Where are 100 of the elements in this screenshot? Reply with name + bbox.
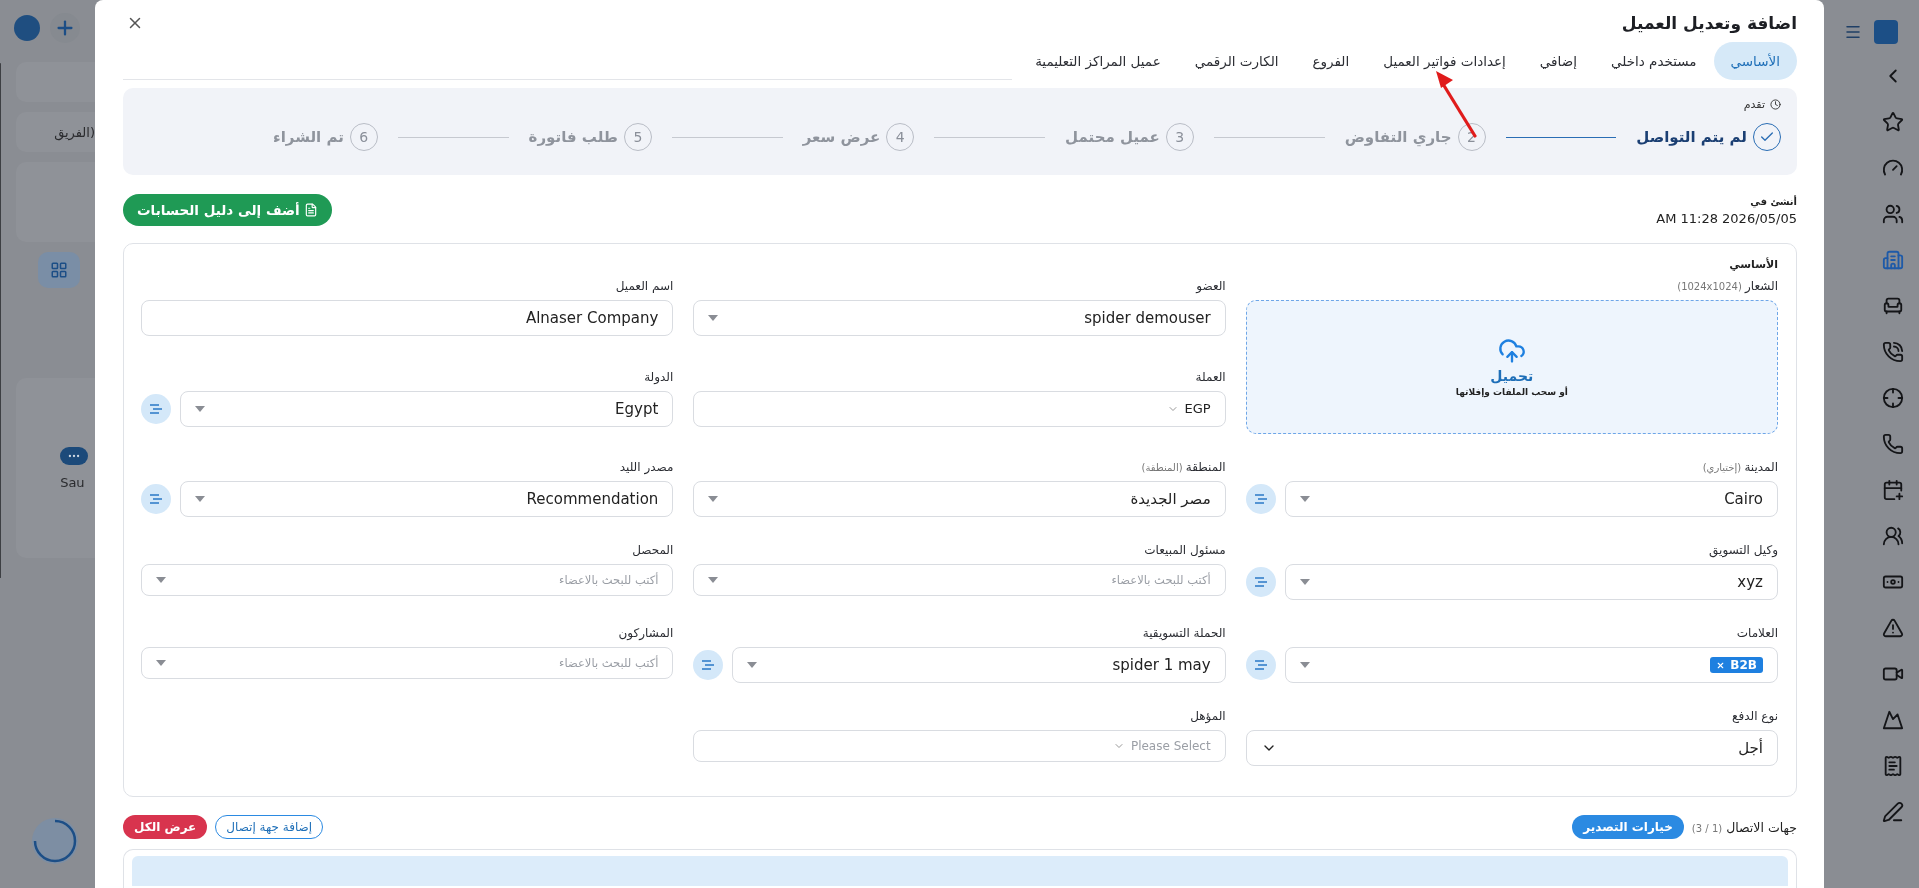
caret-icon — [156, 660, 166, 666]
view-all-button[interactable]: عرض الكل — [123, 815, 208, 839]
step-label: تم الشراء — [273, 128, 344, 146]
caret-icon — [1299, 662, 1310, 668]
warning-icon[interactable] — [1881, 617, 1904, 639]
tab[interactable]: الفروع — [1295, 42, 1367, 80]
progress-title: تقدم — [1743, 98, 1765, 111]
field-label: العضو — [1194, 279, 1226, 293]
field-label: المشاركون — [617, 626, 674, 640]
caret-icon — [708, 577, 719, 583]
select-field[interactable]: B2B — [1284, 647, 1778, 683]
tab[interactable]: الأساسي — [1713, 42, 1797, 80]
list-icon — [1254, 660, 1267, 670]
grid-view-button[interactable] — [38, 252, 81, 288]
caret-icon — [1299, 579, 1310, 585]
tab[interactable]: مستخدم داخلي — [1593, 42, 1714, 80]
phone-icon[interactable] — [1881, 433, 1904, 455]
caret-icon — [708, 315, 719, 321]
scrollbar[interactable] — [0, 63, 1, 578]
grid-icon — [50, 261, 69, 279]
field-label: مصدر الليد — [618, 460, 674, 474]
tab[interactable]: عميل المراكز التعليمية — [1018, 42, 1178, 80]
modal-title: اضافة وتعديل العميل — [1621, 13, 1797, 33]
users-icon[interactable] — [1881, 203, 1904, 225]
menu-icon[interactable] — [1844, 23, 1862, 41]
tag-chip: B2B — [1710, 657, 1763, 673]
list-button[interactable] — [1245, 567, 1276, 597]
list-icon — [1254, 577, 1267, 587]
tab[interactable]: إضافي — [1522, 42, 1594, 80]
field-label: اسم العميل — [614, 279, 674, 293]
field-label: العلامات — [1735, 626, 1778, 640]
phone-call-icon[interactable] — [1881, 341, 1904, 363]
calendar-plus-icon[interactable] — [1881, 479, 1904, 501]
mountain-icon[interactable] — [1881, 709, 1904, 731]
tab[interactable]: الكارت الرقمي — [1177, 42, 1296, 80]
add-button[interactable] — [50, 13, 80, 43]
clock-icon — [1770, 99, 1781, 110]
add-contact-button[interactable]: إضافة جهة إتصال — [215, 815, 324, 839]
field-label: المؤهل — [1189, 709, 1226, 723]
list-button[interactable] — [141, 393, 171, 424]
select-field[interactable]: مصر الجديدة — [693, 481, 1226, 517]
crosshair-icon[interactable] — [1881, 387, 1904, 409]
field-label: الدولة — [643, 369, 674, 384]
select-field[interactable]: Recommendation — [180, 481, 674, 517]
select-field[interactable]: Egypt — [180, 390, 674, 427]
field-label: العملة — [1194, 369, 1226, 384]
field-label: المنطقة (المنطقة) — [1140, 460, 1226, 474]
list-icon — [1254, 494, 1267, 504]
field-label: وكيل التسويق — [1708, 543, 1778, 557]
text-field[interactable]: Alnaser Company — [141, 300, 674, 336]
step-label: لم يتم التواصل — [1636, 128, 1747, 146]
list-button[interactable] — [141, 484, 171, 514]
app-logo[interactable] — [14, 15, 40, 41]
export-options-button[interactable]: خيارات التصدير — [1572, 815, 1684, 839]
chair-icon[interactable] — [1881, 295, 1904, 317]
caret-icon — [747, 662, 758, 668]
caret-icon — [195, 405, 205, 412]
step-label: عرض سعر — [802, 128, 881, 146]
field-label: المحصل — [631, 543, 674, 557]
caret-icon — [1299, 496, 1310, 502]
field-label: نوع الدفع — [1731, 709, 1778, 723]
more-button[interactable] — [60, 446, 89, 465]
select-field[interactable]: أجل — [1245, 730, 1778, 766]
cloud-upload-icon — [1497, 337, 1526, 365]
select-field[interactable]: spider demouser — [693, 300, 1226, 336]
caret-icon — [195, 496, 205, 502]
upload-hint: أو سحب الملفات وإفلاتها — [1455, 387, 1568, 397]
caret-icon — [156, 577, 166, 583]
created-date: AM 11:28 2026/05/05 — [1656, 211, 1797, 226]
filter-text: الفريق) — [54, 124, 95, 140]
select-field[interactable]: Cairo — [1284, 481, 1778, 517]
star-icon[interactable] — [1881, 111, 1904, 133]
list-icon — [702, 660, 715, 670]
tab[interactable]: إعدادات فواتير العميل — [1366, 42, 1523, 80]
select-field[interactable]: spider 1 may — [732, 647, 1226, 683]
step-label: جاري التفاوض — [1344, 128, 1452, 146]
upload-dropzone[interactable]: تحميل أو سحب الملفات وإفلاتها — [1245, 300, 1778, 434]
list-button[interactable] — [693, 650, 724, 680]
field-label: مسئول المبيعات — [1143, 543, 1226, 557]
field-label: المدينة (إختياري) — [1701, 460, 1778, 474]
remove-icon — [1716, 660, 1726, 670]
list-icon — [150, 494, 162, 504]
list-button[interactable] — [1245, 484, 1276, 514]
caret-icon — [708, 496, 719, 502]
select-field[interactable]: xyz — [1284, 564, 1778, 600]
loading-spinner — [30, 816, 80, 866]
card-text: Sau — [60, 474, 86, 490]
list-button[interactable] — [1245, 650, 1276, 680]
step-label: عميل محتمل — [1065, 128, 1160, 146]
add-to-accounts-button[interactable]: أضف إلى دليل الحسابات — [123, 194, 332, 226]
pen-icon[interactable] — [1881, 801, 1904, 823]
filter-field[interactable]: الفريق) — [16, 112, 95, 152]
select-field[interactable]: EGP — [693, 390, 1226, 427]
created-label: أنشئ في — [1749, 196, 1797, 207]
step-label: طلب فاتورة — [528, 128, 618, 146]
section-title: الأساسي — [1728, 258, 1778, 271]
group-icon[interactable] — [1881, 525, 1904, 547]
field-label: الحملة التسويقية — [1141, 626, 1226, 640]
document-icon — [303, 203, 318, 217]
list-icon — [150, 403, 162, 414]
